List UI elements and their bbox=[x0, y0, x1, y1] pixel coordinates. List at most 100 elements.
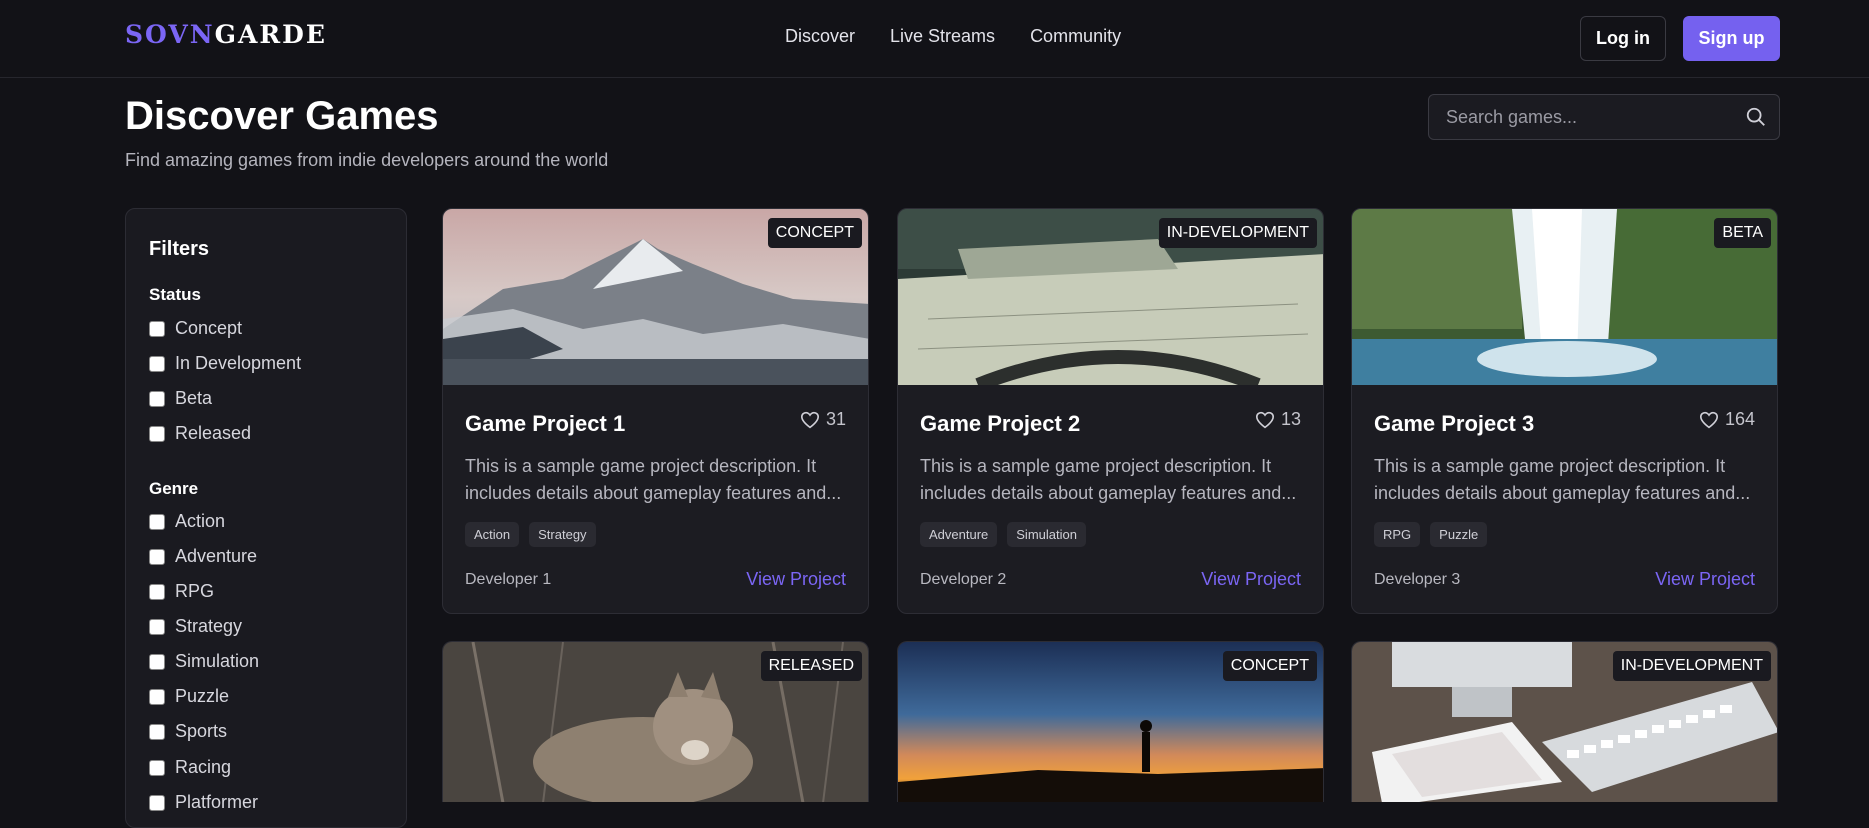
filters-panel: Filters Status Concept In Development Be… bbox=[125, 208, 407, 828]
heart-icon[interactable] bbox=[1699, 411, 1719, 429]
tag-list: Adventure Simulation bbox=[920, 522, 1086, 547]
genre-tag: Puzzle bbox=[1430, 522, 1488, 547]
filter-label: Puzzle bbox=[175, 686, 230, 706]
checkbox[interactable] bbox=[149, 653, 165, 670]
checkbox[interactable] bbox=[149, 723, 165, 740]
site-logo[interactable]: SOVNGARDE bbox=[125, 20, 327, 49]
game-card[interactable]: CONCEPT bbox=[897, 641, 1324, 802]
search-icon[interactable] bbox=[1745, 106, 1767, 133]
checkbox[interactable] bbox=[149, 794, 165, 811]
checkbox[interactable] bbox=[149, 355, 165, 372]
logo-accent-text: SOVN bbox=[125, 20, 215, 49]
page-title: Discover Games bbox=[125, 94, 439, 138]
game-card[interactable]: BETA Game Project 3 164 This is a sample… bbox=[1351, 208, 1778, 614]
game-title[interactable]: Game Project 3 bbox=[1374, 411, 1534, 437]
like-counter[interactable]: 164 bbox=[1699, 409, 1755, 430]
like-count: 31 bbox=[825, 409, 846, 429]
game-thumbnail-desk[interactable]: IN-DEVELOPMENT bbox=[1352, 642, 1777, 802]
game-card[interactable]: CONCEPT Game Project 1 31 This is a samp… bbox=[442, 208, 869, 614]
page-subtitle: Find amazing games from indie developers… bbox=[125, 150, 609, 170]
filter-genre-adventure[interactable]: Adventure bbox=[149, 546, 257, 567]
game-card[interactable]: IN-DEVELOPMENT bbox=[1351, 641, 1778, 802]
heart-icon[interactable] bbox=[800, 411, 820, 429]
filter-label: Beta bbox=[175, 388, 213, 408]
filter-label: Strategy bbox=[175, 616, 243, 636]
game-description: This is a sample game project descriptio… bbox=[920, 456, 1297, 503]
checkbox[interactable] bbox=[149, 688, 165, 705]
genre-filter-label: Genre bbox=[149, 479, 199, 498]
filter-status-beta[interactable]: Beta bbox=[149, 388, 212, 409]
genre-tag: Adventure bbox=[920, 522, 998, 547]
filter-genre-strategy[interactable]: Strategy bbox=[149, 616, 242, 637]
view-project-link[interactable]: View Project bbox=[1655, 569, 1755, 590]
filter-label: Released bbox=[175, 423, 252, 443]
filter-label: Racing bbox=[175, 757, 232, 777]
heart-icon[interactable] bbox=[1255, 411, 1275, 429]
filter-label: Sports bbox=[175, 721, 228, 741]
checkbox[interactable] bbox=[149, 425, 165, 442]
like-counter[interactable]: 13 bbox=[1255, 409, 1301, 430]
checkbox[interactable] bbox=[149, 618, 165, 635]
search-box bbox=[1428, 94, 1780, 140]
developer-name: Developer 3 bbox=[1374, 571, 1461, 588]
status-badge: RELEASED bbox=[760, 651, 862, 681]
like-count: 164 bbox=[1724, 409, 1755, 429]
checkbox[interactable] bbox=[149, 583, 165, 600]
login-button[interactable]: Log in bbox=[1580, 16, 1666, 61]
checkbox[interactable] bbox=[149, 513, 165, 530]
filter-status-concept[interactable]: Concept bbox=[149, 318, 242, 339]
genre-tag: Action bbox=[465, 522, 520, 547]
filter-status-in-development[interactable]: In Development bbox=[149, 353, 301, 374]
game-title[interactable]: Game Project 1 bbox=[465, 411, 625, 437]
game-card[interactable]: IN-DEVELOPMENT Game Project 2 13 This is… bbox=[897, 208, 1324, 614]
tag-list: RPG Puzzle bbox=[1374, 522, 1488, 547]
game-thumbnail-coyote[interactable]: RELEASED bbox=[443, 642, 868, 802]
signup-button[interactable]: Sign up bbox=[1683, 16, 1780, 61]
nav-link-discover[interactable]: Discover bbox=[785, 26, 855, 47]
filter-genre-rpg[interactable]: RPG bbox=[149, 581, 214, 602]
status-badge: CONCEPT bbox=[767, 218, 862, 248]
tag-list: Action Strategy bbox=[465, 522, 596, 547]
filter-genre-puzzle[interactable]: Puzzle bbox=[149, 686, 229, 707]
logo-text: GARDE bbox=[214, 20, 327, 49]
like-count: 13 bbox=[1280, 409, 1301, 429]
game-thumbnail-waterfall[interactable]: BETA bbox=[1352, 209, 1777, 385]
view-project-link[interactable]: View Project bbox=[1201, 569, 1301, 590]
like-counter[interactable]: 31 bbox=[800, 409, 846, 430]
filter-genre-sports[interactable]: Sports bbox=[149, 721, 227, 742]
filter-genre-action[interactable]: Action bbox=[149, 511, 225, 532]
checkbox[interactable] bbox=[149, 390, 165, 407]
view-project-link[interactable]: View Project bbox=[746, 569, 846, 590]
filter-genre-racing[interactable]: Racing bbox=[149, 757, 231, 778]
filter-label: Concept bbox=[175, 318, 243, 338]
game-thumbnail-map[interactable]: IN-DEVELOPMENT bbox=[898, 209, 1323, 385]
status-badge: IN-DEVELOPMENT bbox=[1158, 218, 1317, 248]
filter-label: Action bbox=[175, 511, 226, 531]
game-thumbnail-mountains[interactable]: CONCEPT bbox=[443, 209, 868, 385]
game-thumbnail-sunset[interactable]: CONCEPT bbox=[898, 642, 1323, 802]
developer-name: Developer 2 bbox=[920, 571, 1007, 588]
filter-label: Simulation bbox=[175, 651, 260, 671]
status-badge: CONCEPT bbox=[1222, 651, 1317, 681]
filter-genre-platformer[interactable]: Platformer bbox=[149, 792, 258, 813]
filter-status-released[interactable]: Released bbox=[149, 423, 251, 444]
main-nav: Discover Live Streams Community bbox=[785, 26, 1121, 47]
filter-label: Platformer bbox=[175, 792, 259, 812]
checkbox[interactable] bbox=[149, 548, 165, 565]
filter-genre-simulation[interactable]: Simulation bbox=[149, 651, 259, 672]
status-badge: IN-DEVELOPMENT bbox=[1612, 651, 1771, 681]
status-filter-label: Status bbox=[149, 285, 201, 304]
checkbox[interactable] bbox=[149, 320, 165, 337]
search-input[interactable] bbox=[1429, 95, 1729, 139]
top-navigation-bar: SOVNGARDE Discover Live Streams Communit… bbox=[0, 0, 1869, 78]
game-title[interactable]: Game Project 2 bbox=[920, 411, 1080, 437]
genre-tag: RPG bbox=[1374, 522, 1421, 547]
nav-link-live-streams[interactable]: Live Streams bbox=[890, 26, 995, 47]
nav-link-community[interactable]: Community bbox=[1030, 26, 1121, 47]
game-description: This is a sample game project descriptio… bbox=[465, 456, 842, 503]
game-card[interactable]: RELEASED bbox=[442, 641, 869, 802]
checkbox[interactable] bbox=[149, 759, 165, 776]
filters-title: Filters bbox=[149, 238, 210, 260]
genre-tag: Simulation bbox=[1007, 522, 1086, 547]
genre-tag: Strategy bbox=[529, 522, 596, 547]
